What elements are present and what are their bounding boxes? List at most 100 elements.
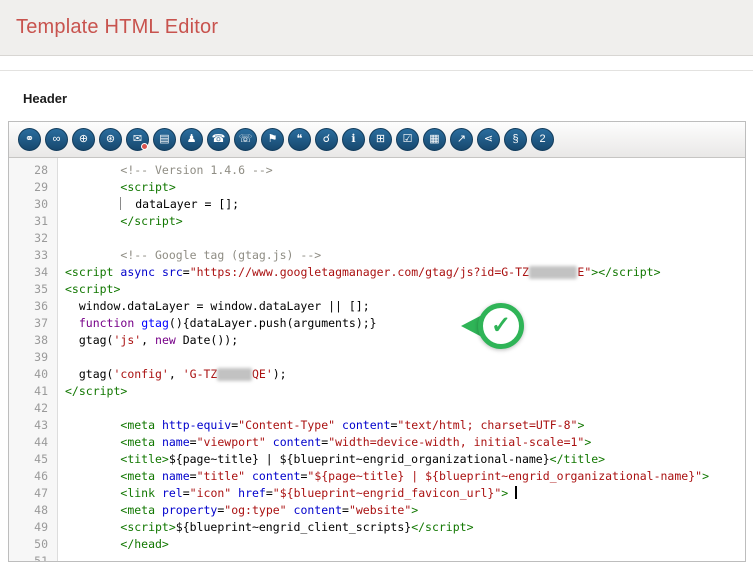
code-token: src (162, 265, 183, 279)
code-token: "${page~title} | ${blueprint~engrid_orga… (307, 469, 702, 483)
line-number: 47 (9, 485, 48, 502)
link-icon[interactable]: ⚭ (18, 128, 41, 151)
mobile-phone-icon[interactable]: ☏ (234, 128, 257, 151)
checklist-icon: ☑ (403, 134, 413, 145)
code-token: "width=device-width, initial-scale=1" (328, 435, 584, 449)
code-line[interactable]: <script async src="https://www.googletag… (65, 264, 745, 281)
code-token: <link (120, 486, 155, 500)
code-token: content (342, 418, 390, 432)
table-icon[interactable]: ▦ (423, 128, 446, 151)
code-token: <meta (120, 418, 155, 432)
line-number: 28 (9, 162, 48, 179)
code-editor[interactable]: 2829303132333435363738394041424344454647… (9, 158, 745, 561)
code-token (155, 503, 162, 517)
flag-icon[interactable]: ⚑ (261, 128, 284, 151)
code-token: function (79, 316, 134, 330)
code-line[interactable]: function gtag(){dataLayer.push(arguments… (65, 315, 745, 332)
code-token: ></script> (591, 265, 660, 279)
number-2-icon[interactable]: 2 (531, 128, 554, 151)
code-token: , (169, 367, 183, 381)
share-icon[interactable]: ⋖ (477, 128, 500, 151)
line-number: 40 (9, 366, 48, 383)
code-line[interactable] (65, 553, 745, 561)
code-token (65, 537, 120, 551)
code-token: <meta (120, 435, 155, 449)
globe-icon[interactable]: ⊛ (99, 128, 122, 151)
code-line[interactable]: </script> (65, 213, 745, 230)
code-token: = (183, 486, 190, 500)
code-line[interactable]: <meta property="og:type" content="websit… (65, 502, 745, 519)
phone-icon[interactable]: ☎ (207, 128, 230, 151)
comment-icon: ❝ (297, 134, 303, 145)
code-line[interactable] (65, 349, 745, 366)
editor-toolbar: ⚭ ∞ ⊕⊛✉▤♟☎ ☏ ⚑ ❝ ☌ ℹ⊞ ☑ ▦ ↗ ⋖§2 (9, 122, 745, 158)
app-title-bar: Template HTML Editor (0, 0, 753, 56)
code-line[interactable]: <!-- Version 1.4.6 --> (65, 162, 745, 179)
chain-link-icon: ∞ (53, 134, 61, 145)
code-line[interactable] (65, 230, 745, 247)
mobile-phone-icon: ☏ (239, 134, 253, 145)
code-token: <title> (120, 452, 168, 466)
code-line[interactable]: </head> (65, 536, 745, 553)
email-remove-icon[interactable]: ✉ (126, 128, 149, 151)
template-html-editor: ⚭ ∞ ⊕⊛✉▤♟☎ ☏ ⚑ ❝ ☌ ℹ⊞ ☑ ▦ ↗ ⋖§2 2829303132333435363… (8, 121, 746, 562)
code-line[interactable]: <script> (65, 281, 745, 298)
globe-link-icon[interactable]: ⊕ (72, 128, 95, 151)
payment-card-icon[interactable]: ▤ (153, 128, 176, 151)
code-token (245, 469, 252, 483)
code-token: "Content-Type" (238, 418, 335, 432)
line-number: 44 (9, 434, 48, 451)
code-line[interactable]: <title>${page~title} | ${blueprint~engri… (65, 451, 745, 468)
code-line[interactable]: window.dataLayer = window.dataLayer || [… (65, 298, 745, 315)
code-token (65, 248, 120, 262)
code-token: "https://www.googletagmanager.com/gtag/j… (190, 265, 529, 279)
code-line[interactable] (65, 400, 745, 417)
chain-link-icon[interactable]: ∞ (45, 128, 68, 151)
code-token: name (162, 435, 190, 449)
external-link-icon: ↗ (457, 134, 466, 145)
user-icon[interactable]: ♟ (180, 128, 203, 151)
code-token: E" (577, 265, 591, 279)
code-line[interactable]: dataLayer = []; (65, 196, 745, 213)
external-link-icon[interactable]: ↗ (450, 128, 473, 151)
share-nodes-icon[interactable]: ☌ (315, 128, 338, 151)
code-token: <script> (65, 282, 120, 296)
code-line[interactable]: </script> (65, 383, 745, 400)
code-token: "text/html; charset=UTF-8" (397, 418, 577, 432)
code-token: "website" (349, 503, 411, 517)
line-number: 35 (9, 281, 48, 298)
redacted-text: XXXXX (217, 368, 252, 381)
code-token: "viewport" (197, 435, 266, 449)
paperclip-icon[interactable]: § (504, 128, 527, 151)
code-token: </script> (120, 214, 182, 228)
code-token: 'js' (113, 333, 141, 347)
code-line[interactable]: <meta name="title" content="${page~title… (65, 468, 745, 485)
code-line[interactable]: <script>${blueprint~engrid_client_script… (65, 519, 745, 536)
table-icon: ▦ (429, 134, 439, 145)
code-pane[interactable]: <!-- Version 1.4.6 --> <script> dataLaye… (58, 158, 745, 561)
code-token: window.dataLayer = window.dataLayer || [… (65, 299, 370, 313)
calendar-icon[interactable]: ⊞ (369, 128, 392, 151)
share-nodes-icon: ☌ (323, 134, 330, 145)
code-line[interactable]: gtag('config', 'G-TZXXXXXQE'); (65, 366, 745, 383)
code-line[interactable]: gtag('js', new Date()); (65, 332, 745, 349)
code-token: content (294, 503, 342, 517)
code-token (65, 163, 120, 177)
line-number: 50 (9, 536, 48, 553)
code-token: dataLayer = []; (121, 197, 239, 211)
code-line[interactable]: <script> (65, 179, 745, 196)
code-line[interactable]: <!-- Google tag (gtag.js) --> (65, 247, 745, 264)
checklist-icon[interactable]: ☑ (396, 128, 419, 151)
line-number: 49 (9, 519, 48, 536)
code-token (266, 435, 273, 449)
code-token: content (273, 435, 321, 449)
info-circle-icon[interactable]: ℹ (342, 128, 365, 151)
code-token: "og:type" (224, 503, 286, 517)
comment-icon[interactable]: ❝ (288, 128, 311, 151)
code-line[interactable]: <link rel="icon" href="${blueprint~engri… (65, 485, 745, 502)
text-cursor (515, 486, 517, 499)
code-line[interactable]: <meta name="viewport" content="width=dev… (65, 434, 745, 451)
code-token: <!-- Version 1.4.6 --> (120, 163, 272, 177)
code-token: ${page~title} | ${blueprint~engrid_organ… (169, 452, 550, 466)
code-line[interactable]: <meta http-equiv="Content-Type" content=… (65, 417, 745, 434)
